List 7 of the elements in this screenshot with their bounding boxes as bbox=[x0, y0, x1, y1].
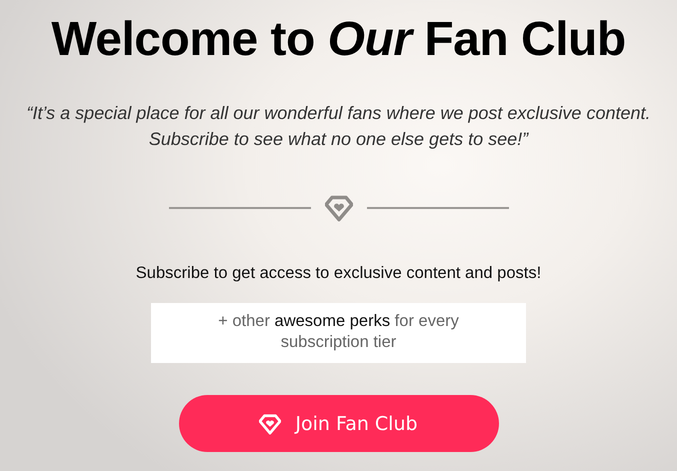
subscribe-text: Subscribe to get access to exclusive content and posts! bbox=[136, 264, 542, 283]
join-button[interactable]: Join Fan Club bbox=[178, 395, 498, 452]
perks-text: + other awesome perks for every subscription tier bbox=[217, 311, 460, 353]
quote-text: “It’s a special place for all our wonderful fans where we post exclusive content. Subscribe to see what no one else gets to see!” bbox=[26, 102, 652, 151]
diamond-heart-icon bbox=[259, 412, 282, 434]
page-title: Welcome to Our Fan Club bbox=[51, 12, 626, 68]
diamond-heart-icon bbox=[324, 194, 352, 222]
